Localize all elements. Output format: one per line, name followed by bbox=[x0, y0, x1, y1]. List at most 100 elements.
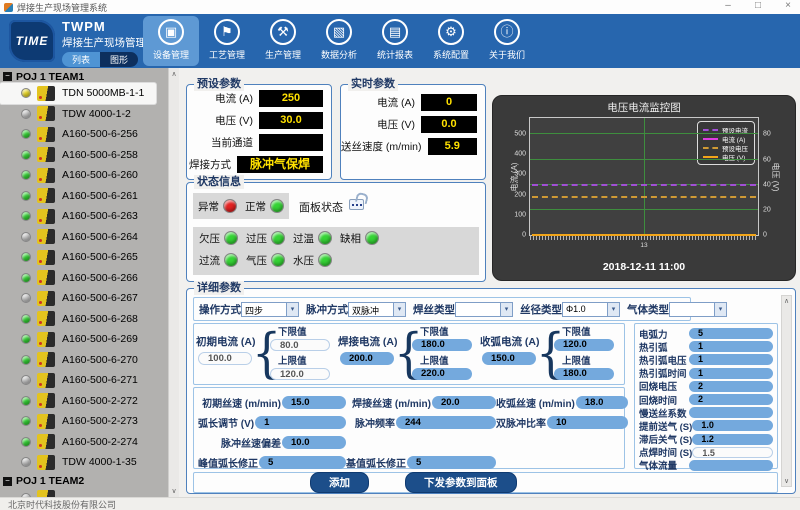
welding-current-upper-limit-input[interactable]: 220.0 bbox=[412, 368, 472, 380]
scroll-up-icon[interactable]: ∧ bbox=[782, 297, 791, 305]
tree-group-header[interactable]: −POJ 1 TEAM1 bbox=[0, 70, 168, 83]
scroll-up-icon[interactable]: ∧ bbox=[169, 70, 179, 78]
double-pulse-ratio-input[interactable]: 10 bbox=[547, 416, 628, 429]
burnback-time-input[interactable]: 2 bbox=[689, 394, 773, 405]
hot-arc-voltage-input[interactable]: 1 bbox=[689, 354, 773, 365]
crater-current-upper-limit-input[interactable]: 180.0 bbox=[554, 368, 614, 380]
slow-feed-coefficient-input[interactable] bbox=[689, 407, 773, 418]
chevron-down-icon[interactable]: ▾ bbox=[393, 303, 405, 316]
spot-weld-time-input[interactable]: 1.5 bbox=[692, 447, 773, 458]
gas-flow-field: 气体流量 bbox=[639, 459, 773, 472]
device-status-led bbox=[21, 129, 31, 139]
hot-arc-start-input[interactable]: 1 bbox=[689, 341, 773, 352]
nav-item-data-analysis[interactable]: ▧数据分析 bbox=[311, 16, 367, 66]
scroll-down-icon[interactable]: ∨ bbox=[169, 487, 179, 495]
chevron-down-icon[interactable]: ▾ bbox=[607, 303, 619, 316]
series-line-preset-voltage bbox=[532, 196, 756, 198]
pulse-frequency-input[interactable]: 244 bbox=[396, 416, 496, 429]
param-label: 电流 (A) bbox=[215, 91, 253, 106]
wire-diameter-dropdown[interactable]: Φ1.0▾ bbox=[562, 302, 620, 317]
crater-wire-speed-input[interactable]: 18.0 bbox=[576, 396, 628, 409]
initial-current-upper-limit-input[interactable]: 120.0 bbox=[270, 368, 330, 380]
chevron-down-icon[interactable]: ▾ bbox=[714, 303, 726, 316]
operation-mode-dropdown[interactable]: 四步▾ bbox=[241, 302, 299, 317]
status-info-group: 状态信息 异常正常 面板状态 欠压过压过温缺相过流气压水压 bbox=[186, 182, 486, 282]
welding-current-lower-limit-input[interactable]: 180.0 bbox=[412, 339, 472, 351]
param-label: 送丝速度 (m/min) bbox=[341, 139, 422, 154]
device-tree-item[interactable]: A160-500-6-269 bbox=[0, 329, 168, 350]
welding-current-input[interactable]: 200.0 bbox=[340, 352, 394, 365]
device-tree-item[interactable]: A160-500-2-274 bbox=[0, 432, 168, 453]
graph-view-button[interactable]: 图形 bbox=[100, 52, 138, 67]
device-tree-item[interactable]: TDN 5000MB-1-1 bbox=[0, 83, 156, 104]
collapse-icon[interactable]: − bbox=[3, 477, 12, 486]
gas-type-label: 气体类型 bbox=[627, 302, 669, 317]
chevron-down-icon[interactable]: ▾ bbox=[286, 303, 298, 316]
pulse-mode-dropdown[interactable]: 双脉冲▾ bbox=[348, 302, 406, 317]
realtime-params-rows: 电流 (A)0电压 (V)0.0送丝速度 (m/min)5.9 bbox=[341, 85, 485, 155]
arc-length-adjust-input[interactable]: 1 bbox=[255, 416, 346, 429]
nav-item-device-management[interactable]: ▣设备管理 bbox=[143, 16, 199, 66]
device-tree-item[interactable]: TDW 4000-1-35 bbox=[0, 452, 168, 473]
nav-item-system-config[interactable]: ⚙系统配置 bbox=[423, 16, 479, 66]
device-tree-item[interactable]: A160-500-6-266 bbox=[0, 268, 168, 289]
initial-wire-speed-input[interactable]: 15.0 bbox=[282, 396, 346, 409]
minimize-button[interactable]: – bbox=[720, 0, 736, 11]
device-tree-item[interactable] bbox=[0, 488, 168, 498]
device-tree-item[interactable]: A160-500-6-270 bbox=[0, 350, 168, 371]
detailed-params-scrollbar[interactable]: ∧ ∨ bbox=[781, 295, 792, 487]
gas-flow-input[interactable] bbox=[689, 460, 773, 471]
post-gas-time-input[interactable]: 1.2 bbox=[692, 434, 773, 445]
device-tree-item[interactable]: A160-500-6-256 bbox=[0, 124, 168, 145]
device-tree-item[interactable]: A160-500-6-261 bbox=[0, 186, 168, 207]
device-name: A160-500-6-256 bbox=[62, 128, 138, 140]
device-tree-item[interactable]: A160-500-6-268 bbox=[0, 309, 168, 330]
tree-group-header[interactable]: −POJ 1 TEAM2 bbox=[0, 475, 168, 488]
device-tree-item[interactable]: A160-500-6-264 bbox=[0, 227, 168, 248]
base-arc-correction-input[interactable]: 5 bbox=[407, 456, 496, 469]
send-params-to-panel-button[interactable]: 下发参数到面板 bbox=[405, 472, 517, 493]
add-button[interactable]: 添加 bbox=[310, 472, 369, 493]
device-tree-item[interactable]: A160-500-6-258 bbox=[0, 145, 168, 166]
nav-item-about-us[interactable]: ⓘ关于我们 bbox=[479, 16, 535, 66]
device-status-led bbox=[21, 88, 31, 98]
pre-gas-time-input[interactable]: 1.0 bbox=[692, 420, 773, 431]
device-tree-item[interactable]: A160-500-6-263 bbox=[0, 206, 168, 227]
device-tree-item[interactable]: A160-500-6-260 bbox=[0, 165, 168, 186]
device-status-led bbox=[21, 314, 31, 324]
gas-type-dropdown[interactable]: ▾ bbox=[669, 302, 727, 317]
peak-arc-correction-field: 峰值弧长修正5 bbox=[198, 453, 346, 472]
nav-item-process-management[interactable]: ⚑工艺管理 bbox=[199, 16, 255, 66]
crater-current-lower-limit-input[interactable]: 120.0 bbox=[554, 339, 614, 351]
welder-device-icon bbox=[37, 168, 55, 183]
nav-item-statistics-report[interactable]: ▤统计报表 bbox=[367, 16, 423, 66]
detailed-params-title: 详细参数 bbox=[194, 281, 244, 295]
device-tree-item[interactable]: A160-500-6-265 bbox=[0, 247, 168, 268]
device-status-led bbox=[21, 211, 31, 221]
scroll-down-icon[interactable]: ∨ bbox=[782, 477, 791, 485]
maximize-button[interactable]: □ bbox=[750, 0, 766, 11]
wire-type-field: 焊丝类型▾ bbox=[413, 302, 513, 317]
device-tree-sidebar: −POJ 1 TEAM1TDN 5000MB-1-1TDW 4000-1-2 A1… bbox=[0, 68, 179, 497]
hot-arc-time-input[interactable]: 1 bbox=[689, 368, 773, 379]
initial-current-input[interactable]: 100.0 bbox=[198, 352, 252, 365]
device-tree-item[interactable]: A160-500-2-273 bbox=[0, 411, 168, 432]
burnback-voltage-input[interactable]: 2 bbox=[689, 381, 773, 392]
list-view-button[interactable]: 列表 bbox=[62, 52, 100, 67]
pulse-wire-speed-deviation-input[interactable]: 10.0 bbox=[282, 436, 346, 449]
welding-wire-speed-input[interactable]: 20.0 bbox=[432, 396, 496, 409]
close-button[interactable]: × bbox=[780, 0, 796, 11]
sidebar-scrollbar[interactable]: ∧ ∨ bbox=[168, 68, 179, 497]
arc-force-input[interactable]: 5 bbox=[689, 328, 773, 339]
device-tree-item[interactable]: A160-500-6-271 bbox=[0, 370, 168, 391]
peak-arc-correction-input[interactable]: 5 bbox=[259, 456, 346, 469]
crater-current-input[interactable]: 150.0 bbox=[482, 352, 536, 365]
collapse-icon[interactable]: − bbox=[3, 72, 12, 81]
device-tree-item[interactable]: A160-500-6-267 bbox=[0, 288, 168, 309]
device-tree-item[interactable]: TDW 4000-1-2 bbox=[0, 104, 168, 125]
initial-current-lower-limit-input[interactable]: 80.0 bbox=[270, 339, 330, 351]
device-tree-item[interactable]: A160-500-2-272 bbox=[0, 391, 168, 412]
chevron-down-icon[interactable]: ▾ bbox=[500, 303, 512, 316]
nav-item-production-management[interactable]: ⚒生产管理 bbox=[255, 16, 311, 66]
wire-type-dropdown[interactable]: ▾ bbox=[455, 302, 513, 317]
